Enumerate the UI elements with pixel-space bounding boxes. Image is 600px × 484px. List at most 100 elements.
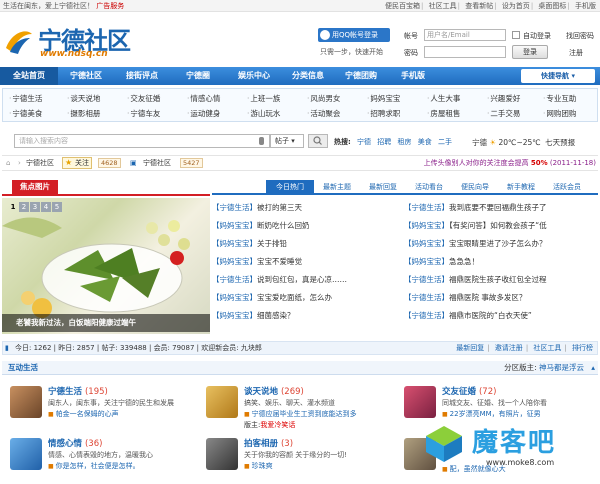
search-button[interactable] <box>308 134 328 148</box>
post-title[interactable]: 关于排铅 <box>257 239 287 248</box>
link-bianmin[interactable]: 便民百宝箱 <box>385 2 420 10</box>
post-tag[interactable]: 【妈妈宝宝】 <box>404 221 449 230</box>
forum-card[interactable]: 拍客相册 (3) 关于你我的容颜 关于缘分的一切! 珍珠爽 <box>198 434 388 482</box>
forum-moderator-name[interactable]: 我爱冷笑话 <box>260 421 295 429</box>
post-item[interactable]: 【妈妈宝宝】宝宝爱吃面纸，怎么办 <box>212 292 398 304</box>
forum-latest[interactable]: 宁德应届毕业生工资到底能达到多 <box>244 409 357 419</box>
post-item[interactable]: 【妈妈宝宝】宝宝不爱睡觉 <box>212 256 398 268</box>
focus-caption[interactable]: 老饕我新过法，白饭端阳健康过端午 <box>2 314 210 332</box>
forum-card[interactable]: 宁德生活 (195) 闽东人，闽东事，关注宁德的民生和发展 帕金一名保姆的心声 <box>2 382 192 430</box>
subnav-item[interactable]: 招聘求职 <box>367 108 400 119</box>
forum-thumbnail[interactable] <box>10 386 42 418</box>
forum-card[interactable]: 情感心情 (36) 情感、心情表毁的地方，温暖我心 你是怎样，社会便是怎样。 <box>2 434 192 482</box>
stats-link[interactable]: 社区工具 <box>533 344 561 352</box>
auto-login-checkbox[interactable] <box>512 31 520 39</box>
forum-name[interactable]: 宁德生活 (195) <box>48 385 108 397</box>
section-title[interactable]: 互动生活 <box>8 361 38 375</box>
subnav-item[interactable]: 上班一族 <box>247 93 280 104</box>
site-logo[interactable]: 宁德社区 www.ndsq.cn <box>4 18 154 64</box>
forum-thumbnail[interactable] <box>206 386 238 418</box>
home-icon[interactable]: ⌂ <box>6 156 10 170</box>
link-new-posts[interactable]: 查看新帖 <box>465 2 493 10</box>
subnav-item[interactable]: 宁德美食 <box>9 108 42 119</box>
subnav-item[interactable]: 游山玩水 <box>247 108 280 119</box>
post-tag[interactable]: 【宁德生活】 <box>212 203 257 212</box>
microphone-icon[interactable] <box>259 137 264 145</box>
forum-name[interactable]: 交友征婚 (72) <box>442 385 496 397</box>
forum-name[interactable]: 谈天说地 (269) <box>244 385 304 397</box>
post-title[interactable]: 福鼎医院生孩子收红包全过程 <box>449 275 547 284</box>
login-button[interactable]: 登录 <box>512 45 548 59</box>
pager-2[interactable]: 2 <box>19 202 29 212</box>
tab-events[interactable]: 活动看台 <box>406 180 452 194</box>
tab-new-replies[interactable]: 最新回复 <box>360 180 406 194</box>
post-item[interactable]: 【宁德生活】被打的第三天 <box>212 202 398 214</box>
username-input[interactable]: 用户名/Email <box>424 29 506 41</box>
post-title[interactable]: 宝宝爱吃面纸，怎么办 <box>257 293 332 302</box>
find-password-link[interactable]: 找回密码 <box>566 31 594 41</box>
nav-street-review[interactable]: 接街评点 <box>114 67 170 85</box>
subnav-item[interactable]: 风尚男女 <box>307 93 340 104</box>
pager-3[interactable]: 3 <box>30 202 40 212</box>
post-title[interactable]: 福鼎医院 事故多发区？ <box>449 293 526 302</box>
stats-link[interactable]: 排行榜 <box>572 344 593 352</box>
post-title[interactable]: 福鼎市医院的“白衣天使” <box>449 311 532 320</box>
post-title[interactable]: 【有奖问答】如何教会孩子“低 <box>449 221 547 230</box>
subnav-item[interactable]: 摄影相册 <box>67 108 100 119</box>
post-tag[interactable]: 【妈妈宝宝】 <box>212 293 257 302</box>
quick-nav-button[interactable]: 快捷导航 ▾ <box>521 69 595 83</box>
post-item[interactable]: 【宁德生活】福鼎医院生孩子收红包全过程 <box>404 274 590 286</box>
post-title[interactable]: 细菌感染？ <box>257 311 295 320</box>
post-tag[interactable]: 【妈妈宝宝】 <box>212 311 257 320</box>
nav-community[interactable]: 宁德社区 <box>58 67 114 85</box>
subnav-item[interactable]: 谈天说地 <box>67 93 100 104</box>
forum-thumbnail[interactable] <box>10 438 42 470</box>
moderator-name[interactable]: 神马都是浮云 <box>539 363 584 372</box>
subnav-item[interactable]: 交友征婚 <box>127 93 160 104</box>
post-tag[interactable]: 【宁德生活】 <box>404 203 449 212</box>
forum-latest[interactable]: 珍珠爽 <box>244 461 273 471</box>
forum-thumbnail[interactable] <box>206 438 238 470</box>
subnav-item[interactable]: 兴趣爱好 <box>487 93 520 104</box>
post-tag[interactable]: 【宁德生活】 <box>212 275 257 284</box>
subnav-item[interactable]: 二手交易 <box>487 108 520 119</box>
hot-keyword[interactable]: 二手 <box>438 138 452 146</box>
post-item[interactable]: 【宁德生活】说到包红包，真是心凉…… <box>212 274 398 286</box>
search-type-select[interactable]: 帖子 ▾ <box>270 134 304 148</box>
forum-thumbnail[interactable] <box>404 386 436 418</box>
link-set-home[interactable]: 设为首页 <box>502 2 530 10</box>
nav-classifieds[interactable]: 分类信息 <box>282 67 334 85</box>
forum-name[interactable]: 情感心情 (36) <box>48 437 102 449</box>
weather-widget[interactable]: 宁德 ☀ 20℃~25℃ 七天预报 <box>472 137 575 148</box>
hot-keyword[interactable]: 美食 <box>418 138 432 146</box>
link-mobile[interactable]: 手机版 <box>575 2 596 10</box>
follow-button[interactable]: ★ 关注 <box>62 157 92 169</box>
post-tag[interactable]: 【妈妈宝宝】 <box>212 239 257 248</box>
stat-welcome[interactable]: 欢迎新会员: 九块郎 <box>201 344 262 352</box>
pager-4[interactable]: 4 <box>41 202 51 212</box>
post-title[interactable]: 说到包红包，真是心凉…… <box>257 275 347 284</box>
post-tag[interactable]: 【妈妈宝宝】 <box>212 221 257 230</box>
post-item[interactable]: 【宁德生活】福鼎市医院的“白衣天使” <box>404 310 590 322</box>
post-item[interactable]: 【宁德生活】我到底要不要回福鼎生孩子了 <box>404 202 590 214</box>
post-tag[interactable]: 【宁德生活】 <box>404 275 449 284</box>
forum-latest[interactable]: 你是怎样，社会便是怎样。 <box>48 461 140 471</box>
hot-keyword[interactable]: 招聘 <box>377 138 391 146</box>
forum-latest[interactable]: 帕金一名保姆的心声 <box>48 409 119 419</box>
post-title[interactable]: 断奶吃什么回奶 <box>257 221 310 230</box>
post-title[interactable]: 宝宝不爱睡觉 <box>257 257 302 266</box>
stats-link[interactable]: 邀请注册 <box>495 344 523 352</box>
link-tools[interactable]: 社区工具 <box>429 2 457 10</box>
hot-keyword[interactable]: 宁德 <box>357 138 371 146</box>
forum-name[interactable]: 拍客相册 (3) <box>244 437 293 449</box>
link-desktop-icon[interactable]: 桌面图标 <box>538 2 566 10</box>
subnav-item[interactable]: 房屋租售 <box>427 108 460 119</box>
pager-1[interactable]: 1 <box>8 202 18 212</box>
post-tag[interactable]: 【宁德生活】 <box>404 293 449 302</box>
tab-active-members[interactable]: 活跃会员 <box>544 180 590 194</box>
post-item[interactable]: 【妈妈宝宝】断奶吃什么回奶 <box>212 220 398 232</box>
post-title[interactable]: 被打的第三天 <box>257 203 302 212</box>
post-tag[interactable]: 【妈妈宝宝】 <box>404 239 449 248</box>
subnav-item[interactable]: 人生大事 <box>427 93 460 104</box>
post-item[interactable]: 【妈妈宝宝】急急急！ <box>404 256 590 268</box>
